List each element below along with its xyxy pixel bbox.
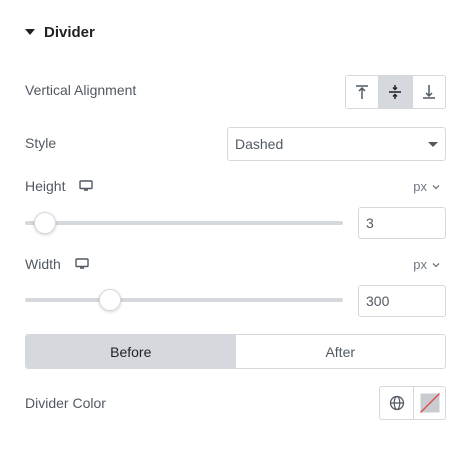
align-top-icon	[356, 85, 369, 99]
chevron-down-icon	[432, 262, 440, 268]
chevron-down-icon	[432, 184, 440, 190]
style-select[interactable]: Dashed	[227, 127, 446, 161]
section-title: Divider	[44, 23, 95, 41]
style-select-value: Dashed	[235, 136, 284, 152]
no-color-swatch-icon	[419, 393, 440, 413]
select-arrow-icon	[428, 142, 438, 147]
height-label-row: Height	[25, 178, 94, 194]
color-picker-swatch[interactable]	[413, 387, 445, 419]
width-slider[interactable]	[25, 288, 343, 312]
align-top-button[interactable]	[346, 76, 378, 108]
width-label: Width	[25, 256, 61, 272]
desktop-icon[interactable]	[79, 180, 94, 192]
height-input[interactable]	[358, 207, 446, 239]
tab-after[interactable]: After	[236, 335, 446, 368]
before-after-tabs: Before After	[25, 334, 446, 369]
caret-down-icon	[25, 29, 35, 35]
height-unit-selector[interactable]: px	[413, 179, 440, 194]
height-label: Height	[25, 178, 66, 194]
align-middle-icon	[389, 85, 402, 99]
vertical-alignment-control	[345, 75, 446, 109]
divider-color-label: Divider Color	[25, 395, 106, 411]
align-bottom-icon	[422, 85, 435, 99]
align-bottom-button[interactable]	[411, 76, 445, 108]
width-label-row: Width	[25, 256, 89, 272]
slider-track	[25, 298, 343, 302]
style-label: Style	[25, 135, 57, 151]
width-unit-selector[interactable]: px	[413, 257, 440, 272]
height-slider[interactable]	[25, 211, 343, 235]
globe-icon	[389, 395, 404, 411]
divider-section-header[interactable]: Divider	[25, 21, 95, 43]
vertical-alignment-label: Vertical Alignment	[25, 82, 137, 98]
desktop-icon[interactable]	[75, 258, 89, 270]
height-unit: px	[413, 179, 427, 194]
slider-handle[interactable]	[99, 289, 121, 311]
align-middle-button[interactable]	[378, 76, 412, 108]
divider-color-control	[379, 386, 446, 420]
slider-handle[interactable]	[33, 212, 56, 234]
slider-track	[25, 221, 343, 225]
width-input[interactable]	[358, 285, 446, 317]
tab-before[interactable]: Before	[26, 335, 236, 368]
global-colors-button[interactable]	[380, 387, 413, 419]
width-unit: px	[413, 257, 427, 272]
